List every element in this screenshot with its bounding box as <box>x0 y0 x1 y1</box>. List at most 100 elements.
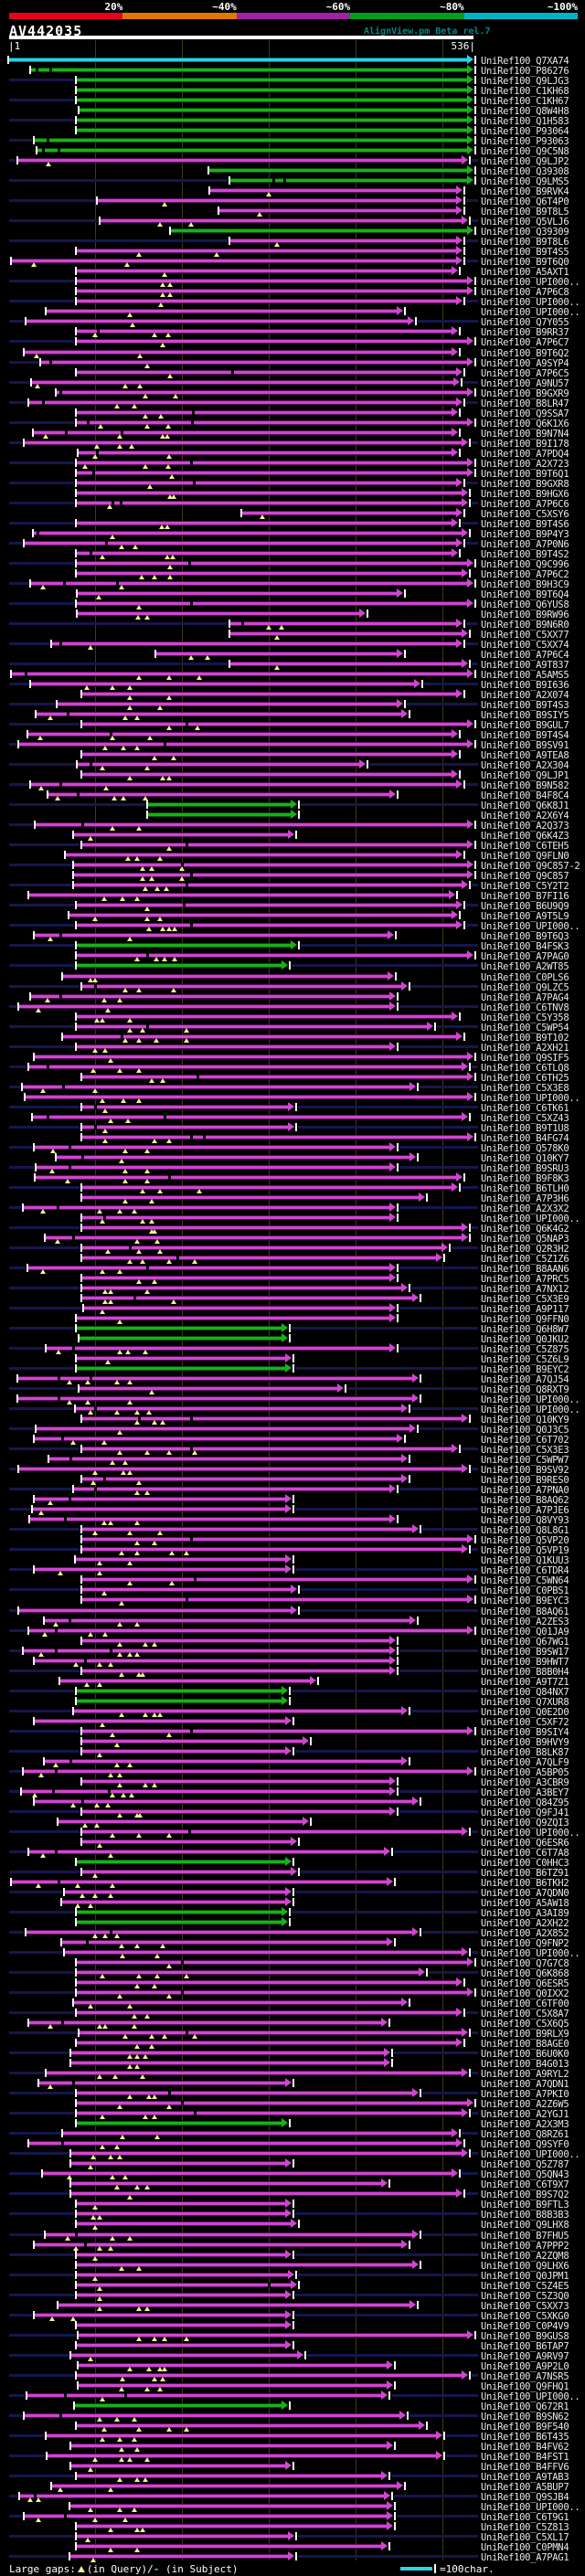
hit-bar[interactable] <box>210 188 457 194</box>
hit-bar[interactable] <box>51 2483 399 2488</box>
hit-bar[interactable] <box>57 389 468 395</box>
hit-bar[interactable] <box>74 863 468 868</box>
hit-bar[interactable] <box>77 98 468 103</box>
hit-bar[interactable] <box>69 913 452 918</box>
hit-bar[interactable] <box>77 963 282 969</box>
hit-bar[interactable] <box>77 2533 290 2539</box>
hit-bar[interactable] <box>64 1889 286 1894</box>
hit-bar[interactable] <box>77 2211 286 2217</box>
hit-bar[interactable] <box>81 772 452 778</box>
hit-bar[interactable] <box>30 580 468 586</box>
hit-bar[interactable] <box>27 1265 390 1270</box>
hit-bar[interactable] <box>71 2051 385 2056</box>
hit-bar[interactable] <box>78 610 361 616</box>
hit-bar[interactable] <box>48 1457 402 1462</box>
hit-bar[interactable] <box>81 1104 290 1109</box>
hit-bar[interactable] <box>77 2221 292 2227</box>
hit-bar[interactable] <box>230 178 468 184</box>
hit-bar[interactable] <box>74 873 468 878</box>
hit-bar[interactable] <box>71 2463 286 2468</box>
hit-bar[interactable] <box>61 1899 286 1904</box>
hit-bar[interactable] <box>24 1768 468 1774</box>
hit-bar[interactable] <box>32 1114 463 1119</box>
hit-bar[interactable] <box>81 1638 390 1643</box>
hit-bar[interactable] <box>45 1235 463 1240</box>
hit-bar[interactable] <box>33 530 463 535</box>
hit-bar[interactable] <box>81 692 457 696</box>
hit-bar[interactable] <box>74 2000 402 2006</box>
hit-bar[interactable] <box>28 893 450 898</box>
hit-bar[interactable] <box>77 249 457 254</box>
hit-bar[interactable] <box>18 158 463 164</box>
hit-bar[interactable] <box>25 540 457 546</box>
hit-bar[interactable] <box>230 662 463 666</box>
hit-bar[interactable] <box>77 2523 388 2528</box>
hit-bar[interactable] <box>81 1184 452 1190</box>
hit-bar[interactable] <box>75 2402 282 2408</box>
hit-bar[interactable] <box>77 2544 382 2549</box>
hit-bar[interactable] <box>37 148 468 154</box>
hit-bar[interactable] <box>81 1255 437 1260</box>
hit-bar[interactable] <box>77 78 468 82</box>
hit-bar[interactable] <box>77 369 457 375</box>
hit-bar[interactable] <box>77 1316 390 1320</box>
hit-bar[interactable] <box>27 2392 382 2398</box>
hit-bar[interactable] <box>77 299 457 304</box>
hit-bar[interactable] <box>77 520 452 525</box>
hit-bar[interactable] <box>81 1748 286 1754</box>
hit-bar[interactable] <box>81 1194 420 1200</box>
hit-bar[interactable] <box>79 1336 282 1341</box>
hit-bar[interactable] <box>77 2322 286 2327</box>
hit-bar[interactable] <box>34 1436 399 1442</box>
hit-bar[interactable] <box>81 1587 292 1593</box>
hit-bar[interactable] <box>34 933 388 938</box>
hit-bar[interactable] <box>77 2252 286 2257</box>
hit-bar[interactable] <box>37 1164 390 1170</box>
hit-bar[interactable] <box>77 2201 286 2207</box>
hit-bar[interactable] <box>77 550 452 556</box>
hit-bar[interactable] <box>33 429 452 435</box>
hit-bar[interactable] <box>19 1467 463 1472</box>
hit-bar[interactable] <box>62 973 388 979</box>
hit-bar[interactable] <box>30 993 390 999</box>
hit-bar[interactable] <box>11 259 457 264</box>
hit-bar[interactable] <box>77 269 452 274</box>
hit-bar[interactable] <box>19 1607 292 1613</box>
hit-bar[interactable] <box>77 1366 286 1372</box>
hit-bar[interactable] <box>77 329 452 334</box>
hit-bar[interactable] <box>58 2302 411 2307</box>
hit-bar[interactable] <box>81 1728 468 1733</box>
hit-bar[interactable] <box>79 108 468 113</box>
hit-bar[interactable] <box>147 802 292 808</box>
hit-bar[interactable] <box>19 1003 390 1009</box>
hit-bar[interactable] <box>77 1990 468 1996</box>
hit-bar[interactable] <box>77 118 468 123</box>
hit-bar[interactable] <box>81 1778 390 1784</box>
hit-bar[interactable] <box>48 792 390 798</box>
hit-bar[interactable] <box>24 1204 390 1210</box>
hit-bar[interactable] <box>77 279 468 284</box>
hit-bar[interactable] <box>58 702 399 706</box>
hit-bar[interactable] <box>57 1154 411 1160</box>
hit-bar[interactable] <box>34 1567 286 1573</box>
hit-bar[interactable] <box>34 1718 286 1723</box>
hit-bar[interactable] <box>29 1517 390 1522</box>
hit-bar[interactable] <box>81 983 402 989</box>
hit-bar[interactable] <box>77 500 463 505</box>
hit-bar[interactable] <box>81 1597 468 1603</box>
hit-bar[interactable] <box>77 903 457 908</box>
hit-bar[interactable] <box>81 1477 402 1482</box>
hit-bar[interactable] <box>77 1920 282 1924</box>
hit-bar[interactable] <box>79 450 452 455</box>
hit-bar[interactable] <box>81 1296 414 1300</box>
hit-bar[interactable] <box>25 2513 388 2518</box>
hit-bar[interactable] <box>71 2161 286 2167</box>
hit-bar[interactable] <box>81 722 468 727</box>
hit-bar[interactable] <box>32 1507 286 1512</box>
hit-bar[interactable] <box>43 2171 452 2177</box>
hit-bar[interactable] <box>28 2141 457 2147</box>
hit-bar[interactable] <box>71 2061 385 2066</box>
hit-bar[interactable] <box>28 1849 385 1854</box>
hit-bar[interactable] <box>79 2362 388 2368</box>
hit-bar[interactable] <box>74 883 463 888</box>
